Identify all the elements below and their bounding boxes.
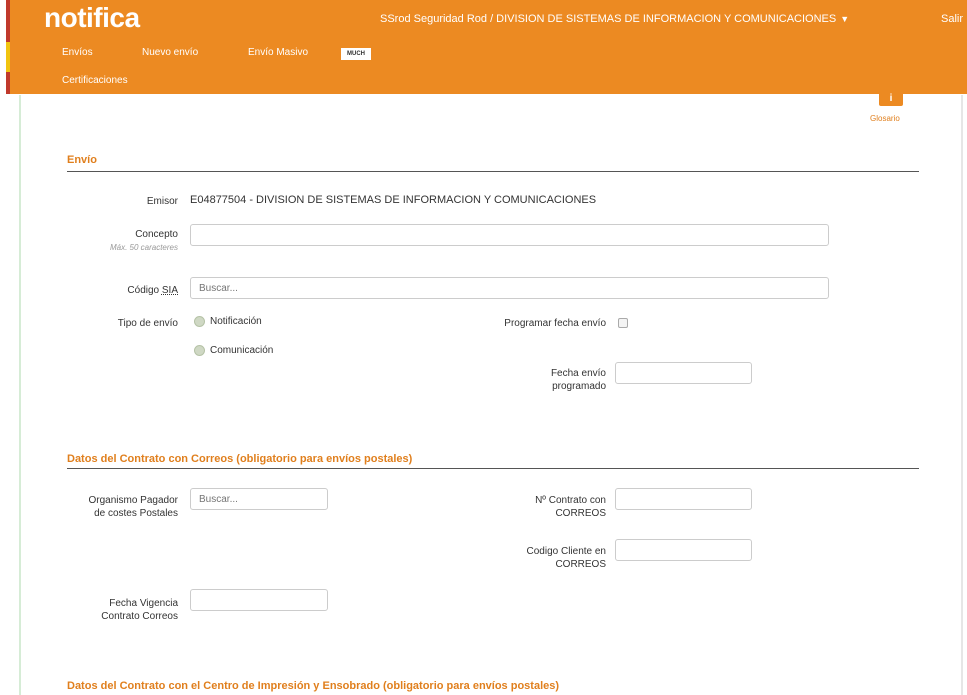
- concepto-label-group: Concepto Máx. 50 caracteres: [70, 228, 178, 254]
- emisor-label: Emisor: [146, 196, 178, 207]
- radio-circle-icon[interactable]: [194, 316, 205, 327]
- organismo-input[interactable]: [190, 488, 328, 510]
- codigo-sia-label: Código SIA: [70, 284, 178, 297]
- section-title-impresion: Datos del Contrato con el Centro de Impr…: [67, 680, 560, 692]
- fecha-programado-input[interactable]: [615, 362, 752, 384]
- tipo-envio-label: Tipo de envío: [117, 318, 178, 329]
- top-header: notifica SSrod Seguridad Rod / DIVISION …: [10, 0, 967, 42]
- nav-item-certificaciones[interactable]: Certificaciones: [62, 75, 128, 86]
- programar-fecha-checkbox[interactable]: [618, 318, 628, 328]
- frame-border-right: [961, 95, 963, 695]
- logout-link[interactable]: Salir: [941, 13, 963, 25]
- nav-menu: Envíos Nuevo envío Envío Masivo Certific…: [10, 42, 339, 94]
- codigo-sia-label-text: Código: [127, 285, 162, 296]
- sia-abbr: SIA: [161, 285, 178, 296]
- contrato-correos-input[interactable]: [615, 488, 752, 510]
- radio-circle-icon[interactable]: [194, 345, 205, 356]
- header-strip: [339, 42, 967, 94]
- nav-item-envios[interactable]: Envíos: [62, 47, 93, 58]
- codigo-sia-input[interactable]: [190, 277, 829, 299]
- emisor-value: E04877504 - DIVISION DE SISTEMAS DE INFO…: [190, 194, 597, 206]
- fecha-programado-label: Fecha envío programado: [550, 368, 606, 392]
- fecha-vigencia-label: Fecha Vigencia Contrato Correos: [101, 598, 178, 622]
- nav-item-envio-masivo[interactable]: Envío Masivo: [248, 47, 308, 58]
- organismo-label: Organismo Pagador de costes Postales: [88, 495, 179, 519]
- radio-comunicacion[interactable]: Comunicación: [194, 345, 273, 356]
- frame-border-left: [19, 95, 21, 695]
- user-menu-label: SSrod Seguridad Rod / DIVISION DE SISTEM…: [380, 13, 837, 25]
- concepto-hint: Máx. 50 caracteres: [109, 243, 178, 252]
- contrato-correos-label: Nº Contrato con CORREOS: [535, 495, 606, 519]
- caret-down-icon: ▼: [840, 14, 850, 24]
- radio-comunicacion-label: Comunicación: [210, 345, 274, 356]
- radio-notificacion-label: Notificación: [210, 316, 262, 327]
- programar-fecha-label: Programar fecha envío: [504, 318, 606, 329]
- section-title-envio: Envío: [67, 154, 97, 166]
- nav-item-nuevo-envio[interactable]: Nuevo envío: [142, 47, 198, 58]
- left-stripe: [0, 0, 10, 695]
- section-divider: [67, 171, 919, 172]
- info-icon[interactable]: i: [879, 92, 903, 106]
- codigo-cliente-label: Codigo Cliente en CORREOS: [526, 546, 607, 570]
- section-title-correos: Datos del Contrato con Correos (obligato…: [67, 453, 413, 465]
- app-logo[interactable]: notifica: [44, 2, 140, 34]
- concepto-input[interactable]: [190, 224, 829, 246]
- fecha-vigencia-input[interactable]: [190, 589, 328, 611]
- overlap-fragment: MUCH: [341, 48, 371, 60]
- radio-notificacion[interactable]: Notificación: [194, 316, 262, 327]
- section-divider: [67, 468, 919, 469]
- glosario-link[interactable]: Glosario: [870, 114, 900, 123]
- concepto-label: Concepto: [135, 229, 178, 240]
- codigo-cliente-input[interactable]: [615, 539, 752, 561]
- user-menu[interactable]: SSrod Seguridad Rod / DIVISION DE SISTEM…: [380, 13, 849, 25]
